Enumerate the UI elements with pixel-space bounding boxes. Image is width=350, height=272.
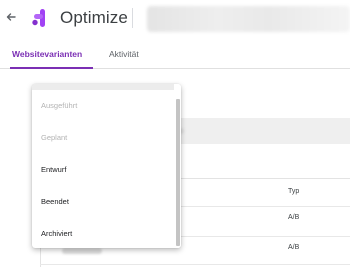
title-divider — [132, 8, 133, 28]
account-selector-redacted[interactable] — [147, 6, 350, 32]
menu-item-label: Entwurf — [41, 165, 67, 174]
menu-top-strip — [32, 84, 175, 90]
optimize-logo-icon — [32, 9, 45, 27]
redacted-text — [62, 248, 102, 254]
table-cell-typ: A/B — [288, 214, 300, 221]
row-divider — [40, 264, 350, 265]
app-title: Optimize — [60, 8, 128, 27]
status-filter-menu: Ausgeführt Geplant Entwurf Beendet Archi… — [32, 84, 181, 248]
arrow-left-icon[interactable] — [4, 10, 18, 24]
tab-aktivitaet[interactable]: Aktivität — [109, 49, 139, 60]
menu-item-entwurf[interactable]: Entwurf — [32, 156, 172, 184]
menu-item-beendet[interactable]: Beendet — [32, 188, 172, 216]
menu-item-label: Beendet — [41, 197, 69, 206]
menu-scrollbar[interactable] — [174, 84, 181, 248]
menu-item-label: Ausgeführt — [41, 101, 78, 110]
tab-websitevarianten[interactable]: Websitevarianten — [12, 49, 82, 60]
menu-item-ausgefuehrt: Ausgeführt — [32, 92, 172, 120]
menu-item-geplant: Geplant — [32, 124, 172, 152]
menu-item-archiviert[interactable]: Archiviert — [32, 220, 172, 248]
table-cell-typ: A/B — [288, 244, 300, 251]
tab-bar: Websitevarianten Aktivität — [0, 40, 350, 69]
column-header-typ: Typ — [288, 188, 300, 195]
top-app-bar: Optimize — [0, 0, 350, 36]
menu-item-label: Archiviert — [41, 229, 73, 238]
menu-scrollbar-thumb[interactable] — [176, 99, 180, 246]
menu-item-label: Geplant — [41, 133, 68, 142]
